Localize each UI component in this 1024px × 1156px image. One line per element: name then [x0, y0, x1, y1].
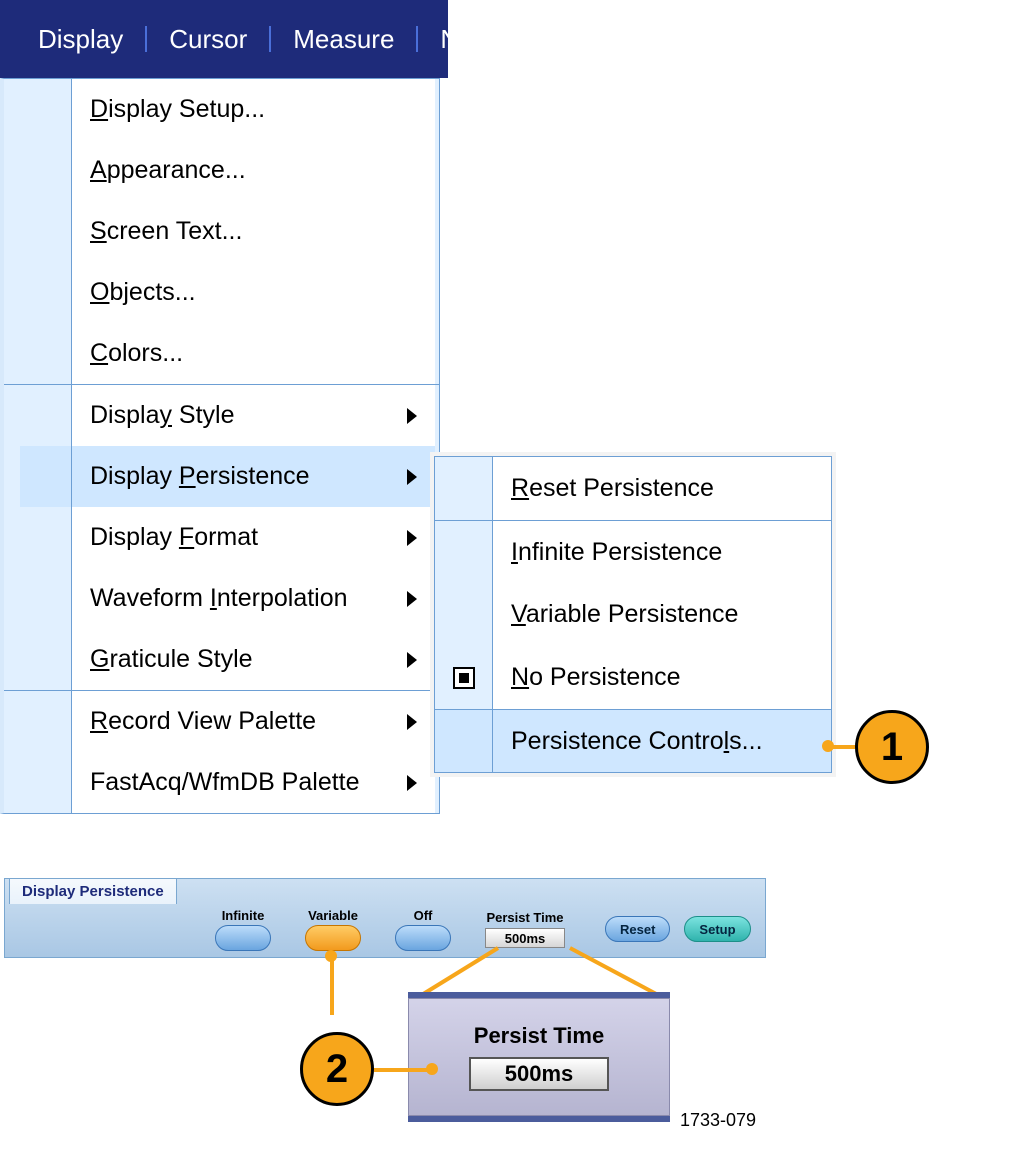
submenu-arrow-icon [407, 530, 417, 546]
submenu-arrow-icon [407, 775, 417, 791]
menu-item-display-style[interactable]: Display Style [4, 385, 439, 446]
persist-mode-label: Off [395, 908, 451, 923]
persist-time-value[interactable]: 500ms [485, 928, 565, 948]
submenu-item-variable-persistence[interactable]: Variable Persistence [435, 583, 831, 646]
menu-item-display-persistence[interactable]: Display Persistence [4, 446, 439, 507]
persist-time-group: Persist Time 500ms [485, 910, 565, 948]
checked-icon [453, 667, 475, 689]
persist-time-label: Persist Time [485, 910, 565, 925]
callout-2: 2 [300, 1032, 374, 1106]
callout-2-vline [330, 955, 334, 1015]
persistence-panel: Display Persistence InfiniteVariableOffP… [4, 878, 766, 958]
submenu-item-reset-persistence[interactable]: Reset Persistence [435, 457, 831, 520]
callout-2-hline [374, 1068, 428, 1072]
callout-1: 1 [855, 710, 929, 784]
submenu-item-no-persistence[interactable]: No Persistence [435, 646, 831, 709]
submenu-arrow-icon [407, 714, 417, 730]
submenu-item-persistence-controls[interactable]: Persistence Controls... [435, 709, 831, 772]
figure-reference: 1733-079 [680, 1110, 756, 1131]
zoom-value[interactable]: 500ms [469, 1057, 609, 1091]
persist-mode-button[interactable] [305, 925, 361, 951]
menubar: Display Cursor Measure N [0, 0, 448, 78]
persist-time-zoom: Persist Time 500ms [408, 992, 670, 1122]
menu-item-appearance[interactable]: Appearance... [4, 140, 439, 201]
submenu-item-infinite-persistence[interactable]: Infinite Persistence [435, 520, 831, 583]
menu-item-display-format[interactable]: Display Format [4, 507, 439, 568]
menubar-item-display[interactable]: Display [16, 26, 147, 52]
menu-item-waveform-interpolation[interactable]: Waveform Interpolation [4, 568, 439, 629]
persist-mode-label: Infinite [215, 908, 271, 923]
persist-mode-variable[interactable]: Variable [305, 908, 361, 951]
menu-item-display-setup[interactable]: Display Setup... [4, 79, 439, 140]
setup-button[interactable]: Setup [684, 916, 750, 942]
submenu-arrow-icon [407, 408, 417, 424]
persist-mode-infinite[interactable]: Infinite [215, 908, 271, 951]
menu-item-screen-text[interactable]: Screen Text... [4, 201, 439, 262]
reset-button[interactable]: Reset [605, 916, 670, 942]
menu-item-objects[interactable]: Objects... [4, 262, 439, 323]
display-dropdown: Display Setup...Appearance...Screen Text… [0, 78, 440, 814]
callout-2-dot-right [426, 1063, 438, 1075]
menu-item-fastacq-wfmdb-palette[interactable]: FastAcq/WfmDB Palette [4, 752, 439, 813]
menu-item-graticule-style[interactable]: Graticule Style [4, 629, 439, 690]
submenu-arrow-icon [407, 469, 417, 485]
menubar-item-cursor[interactable]: Cursor [147, 26, 271, 52]
zoom-label: Persist Time [474, 1023, 604, 1049]
persist-mode-button[interactable] [395, 925, 451, 951]
persistence-submenu: Reset PersistenceInfinite PersistenceVar… [434, 456, 832, 773]
submenu-arrow-icon [407, 591, 417, 607]
persist-mode-button[interactable] [215, 925, 271, 951]
submenu-arrow-icon [407, 652, 417, 668]
persist-mode-label: Variable [305, 908, 361, 923]
menubar-item-next[interactable]: N [418, 26, 448, 52]
callout-1-dot [822, 740, 834, 752]
menubar-item-measure[interactable]: Measure [271, 26, 418, 52]
menu-item-colors[interactable]: Colors... [4, 323, 439, 384]
persist-mode-off[interactable]: Off [395, 908, 451, 951]
callout-2-dot-top [325, 950, 337, 962]
menu-item-record-view-palette[interactable]: Record View Palette [4, 691, 439, 752]
